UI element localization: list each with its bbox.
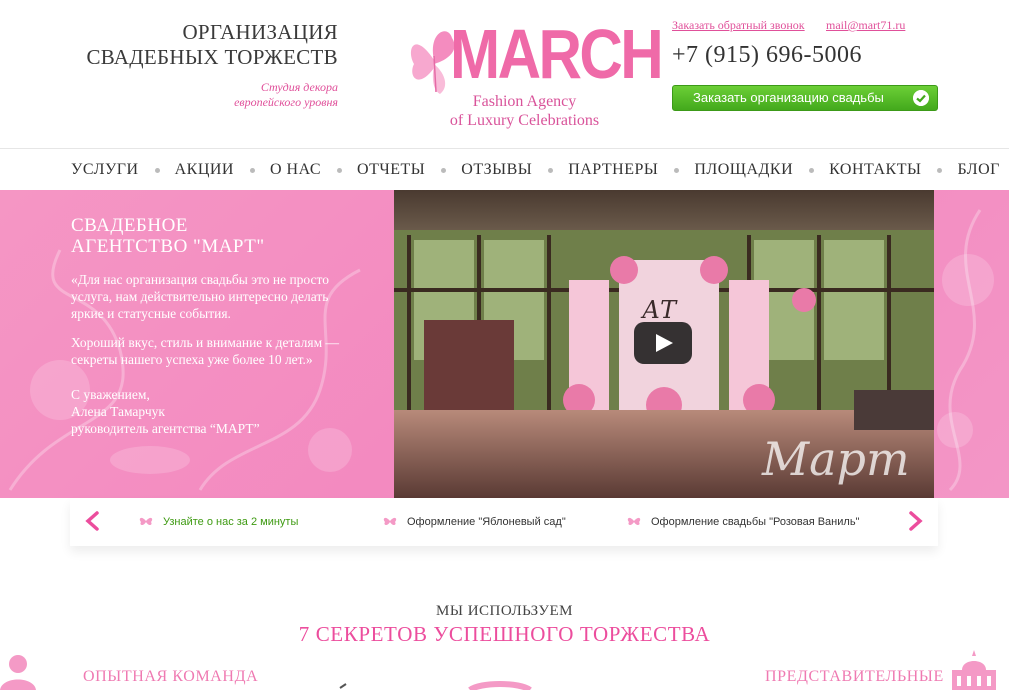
hero-quote-2: Хороший вкус, стиль и внимание к деталям…: [71, 335, 340, 367]
nav-item-contacts[interactable]: КОНТАКТЫ: [829, 161, 921, 179]
tagline-line-1: ОРГАНИЗАЦИЯ: [182, 20, 338, 44]
nav-item-about[interactable]: О НАС: [270, 161, 321, 179]
nav-item-promotions[interactable]: АКЦИИ: [175, 161, 234, 179]
decorative-swoosh: [339, 681, 532, 690]
slide-item[interactable]: Узнайте о нас за 2 минуты: [138, 515, 298, 528]
promo-video[interactable]: АТ Март: [394, 190, 934, 498]
logo-line-1: Fashion Agency: [472, 93, 577, 110]
nav-separator: [937, 167, 943, 173]
signature-line-1: С уважением,: [71, 387, 150, 402]
nav-separator: [548, 167, 554, 173]
butterfly-bullet-icon: [139, 517, 153, 526]
main-nav: УСЛУГИ АКЦИИ О НАС ОТЧЕТЫ ОТЗЫВЫ ПАРТНЕР…: [0, 148, 1009, 190]
nav-item-partners[interactable]: ПАРТНЕРЫ: [568, 161, 658, 179]
callback-link[interactable]: Заказать обратный звонок: [672, 18, 805, 33]
nav-separator: [674, 167, 680, 173]
slide-item[interactable]: Оформление "Яблоневый сад": [382, 515, 566, 528]
order-wedding-button[interactable]: Заказать организацию свадьбы: [672, 85, 938, 111]
nav-separator: [441, 167, 447, 173]
subtag-line-1: Студия декора: [260, 80, 338, 94]
video-watermark: Март: [762, 432, 910, 486]
check-icon: [913, 90, 929, 106]
hero-quote: «Для нас организация свадьбы это не прос…: [71, 272, 329, 321]
hero-text: СВАДЕБНОЕ АГЕНТСТВО "МАРТ" «Для нас орга…: [71, 215, 361, 437]
feature-representative: ПРЕДСТАВИТЕЛЬНЫЕ: [765, 668, 944, 685]
signature-line-2: Алена Тамарчук: [71, 404, 165, 419]
person-icon: [0, 655, 36, 690]
chevron-right-icon[interactable]: [904, 510, 926, 532]
nav-separator: [809, 167, 815, 173]
nav-item-blog[interactable]: БЛОГ: [957, 161, 999, 179]
signature-line-3: руководитель агентства “МАРТ”: [71, 421, 260, 436]
nav-item-services[interactable]: УСЛУГИ: [71, 161, 139, 179]
phone-number[interactable]: +7 (915) 696-5006: [672, 42, 862, 69]
site-header: ОРГАНИЗАЦИЯ СВАДЕБНЫХ ТОРЖЕСТВ Студия де…: [0, 0, 1009, 148]
site-logo[interactable]: MARCH Fashion Agency of Luxury Celebrati…: [400, 12, 664, 132]
tagline-line-2: СВАДЕБНЫХ ТОРЖЕСТВ: [86, 45, 338, 69]
order-button-label: Заказать организацию свадьбы: [693, 90, 884, 105]
slide-label: Узнайте о нас за 2 минуты: [163, 516, 299, 528]
nav-separator: [249, 167, 255, 173]
email-link[interactable]: mail@mart71.ru: [826, 18, 905, 33]
chevron-left-icon[interactable]: [82, 510, 104, 532]
nav-separator: [337, 167, 343, 173]
hero-title-line-2: АГЕНТСТВО "МАРТ": [71, 236, 265, 257]
butterfly-bullet-icon: [627, 517, 641, 526]
logo-word: MARCH: [450, 15, 664, 93]
building-icon: [952, 650, 996, 690]
play-icon[interactable]: [634, 322, 692, 364]
logo-line-2: of Luxury Celebrations: [449, 112, 600, 129]
nav-list: УСЛУГИ АКЦИИ О НАС ОТЧЕТЫ ОТЗЫВЫ ПАРТНЕР…: [71, 161, 1000, 179]
nav-item-venues[interactable]: ПЛОЩАДКИ: [694, 161, 793, 179]
slide-item[interactable]: Оформление свадьбы "Розовая Ваниль": [626, 515, 859, 528]
site-tagline: ОРГАНИЗАЦИЯ СВАДЕБНЫХ ТОРЖЕСТВ: [60, 20, 338, 70]
butterfly-bullet-icon: [383, 517, 397, 526]
feature-experienced-team: ОПЫТНАЯ КОМАНДА: [83, 668, 259, 685]
hero-banner: СВАДЕБНОЕ АГЕНТСТВО "МАРТ" «Для нас орга…: [0, 190, 1009, 498]
video-monogram: АТ: [640, 296, 678, 324]
nav-separator: [154, 167, 160, 173]
hero-signature: С уважением, Алена Тамарчук руководитель…: [71, 386, 361, 437]
slide-label: Оформление "Яблоневый сад": [407, 516, 566, 528]
hero-title-line-1: СВАДЕБНОЕ: [71, 215, 188, 236]
hero-title: СВАДЕБНОЕ АГЕНТСТВО "МАРТ": [71, 215, 361, 257]
slider-bar: Узнайте о нас за 2 минуты Оформление "Яб…: [70, 498, 938, 546]
slide-label: Оформление свадьбы "Розовая Ваниль": [651, 516, 860, 528]
secrets-title: 7 СЕКРЕТОВ УСПЕШНОГО ТОРЖЕСТВА: [298, 622, 711, 646]
site-subtagline: Студия декора европейского уровня: [160, 80, 338, 110]
nav-item-reviews[interactable]: ОТЗЫВЫ: [461, 161, 532, 179]
secrets-kicker: МЫ ИСПОЛЬЗУЕМ: [436, 603, 573, 619]
subtag-line-2: европейского уровня: [234, 95, 338, 109]
nav-item-reports[interactable]: ОТЧЕТЫ: [357, 161, 425, 179]
